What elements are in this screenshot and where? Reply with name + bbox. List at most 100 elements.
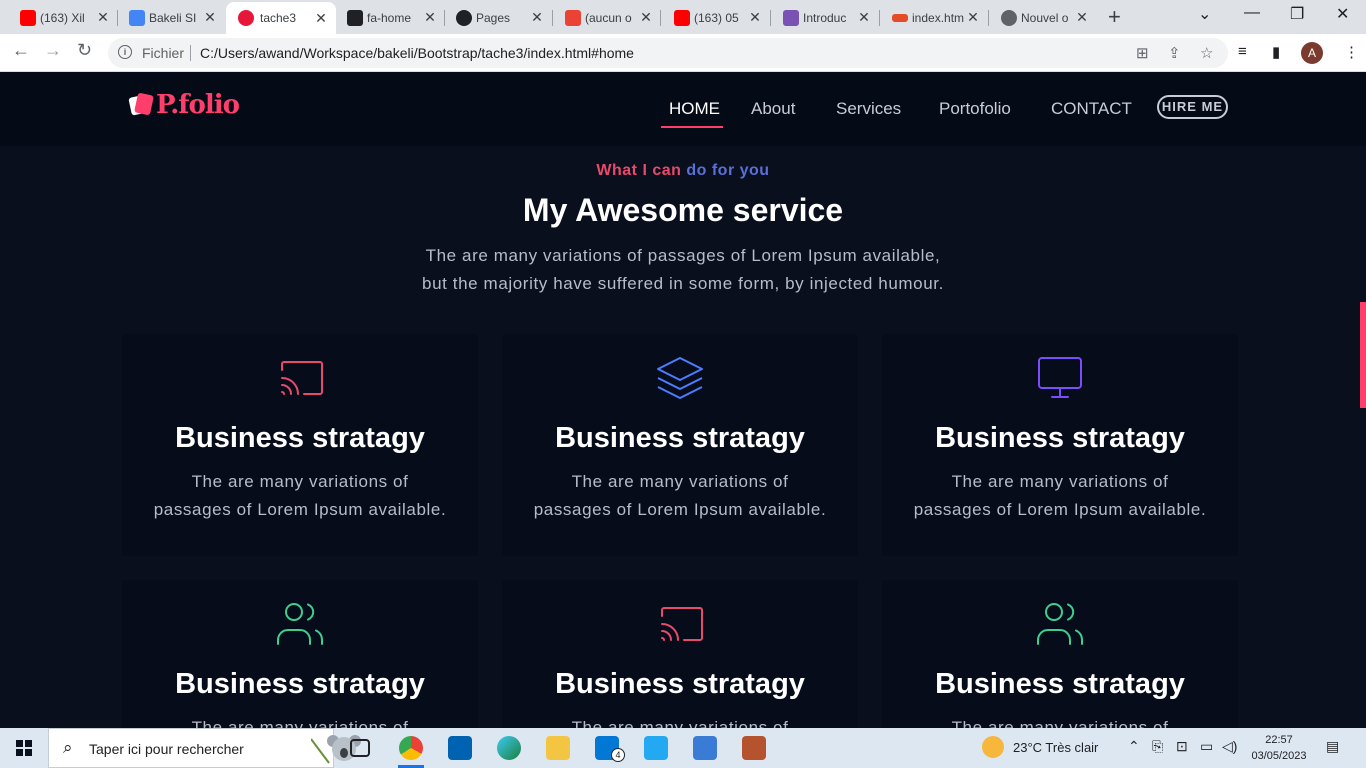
weather-text[interactable]: 23°C Très clair [1013,740,1098,755]
scheme-label: Fichier [142,45,185,61]
service-card[interactable]: Business stratagy The are many variation… [502,334,858,556]
search-placeholder: Taper ici pour rechercher [89,741,244,757]
search-icon: ⌕ [63,738,73,757]
close-tab-icon[interactable]: ✕ [966,9,980,26]
remote-desktop-icon[interactable] [693,736,717,760]
service-card[interactable]: Business stratagy The are many variation… [882,580,1238,728]
close-tab-icon[interactable]: ✕ [857,9,871,26]
browser-tab[interactable]: Nouvel o ✕ [1001,6,1089,30]
minimize-icon[interactable]: — [1244,4,1260,22]
close-tab-icon[interactable]: ✕ [1075,9,1089,26]
volume-icon[interactable]: ◁) [1222,738,1237,755]
close-tab-icon[interactable]: ✕ [748,9,762,26]
close-tab-icon[interactable]: ✕ [203,9,217,26]
nav-active-underline [661,126,723,128]
clock-date: 03/05/2023 [1251,750,1307,762]
share-icon[interactable]: ⇪ [1168,44,1181,62]
browser-tab[interactable]: Introduc ✕ [783,6,871,30]
windows-start-icon[interactable] [16,740,32,756]
users-icon [1037,603,1083,645]
clock-time: 22:57 [1265,734,1293,746]
reload-icon[interactable]: ↻ [77,40,92,61]
nav-link-home[interactable]: HOME [669,99,720,119]
scroll-indicator[interactable] [1360,302,1366,408]
nav-link-services[interactable]: Services [836,99,901,119]
app-icon[interactable] [742,736,766,760]
address-separator [190,45,191,61]
logo-text: P.folio [156,90,240,120]
service-card[interactable]: Business stratagy The are many variation… [122,334,478,556]
close-tab-icon[interactable]: ✕ [530,9,544,26]
chevron-up-icon[interactable]: ⌃ [1128,738,1140,755]
nav-link-contact[interactable]: CONTACT [1051,99,1132,119]
info-icon[interactable]: i [118,45,132,59]
taskbar: ⌕ Taper ici pour rechercher 4 23°C Très … [0,728,1366,768]
card-title: Business stratagy [935,422,1185,454]
forward-arrow-icon[interactable]: → [44,40,62,61]
restore-icon[interactable]: ❐ [1290,4,1304,24]
tab-separator [770,10,771,26]
profile-avatar[interactable]: A [1301,42,1323,64]
card-text-line: The are many variations of [571,472,789,491]
store-icon[interactable] [448,736,472,760]
network-icon[interactable]: ⊡ [1176,738,1188,755]
weather-moon-icon[interactable] [982,736,1004,758]
close-tab-icon[interactable]: ✕ [423,9,437,26]
media-queue-icon[interactable]: ≡ [1238,43,1247,60]
card-text-line: The are many variations of [951,472,1169,491]
tab-search-chevron-icon[interactable]: ⌄ [1198,4,1211,24]
service-card[interactable]: Business stratagy The are many variation… [502,580,858,728]
gmail-favicon-icon [565,10,581,26]
close-window-icon[interactable]: ✕ [1336,4,1349,24]
nav-link-about[interactable]: About [751,99,795,119]
web-page: P.folio HOME About Services Portofolio C… [0,72,1366,728]
service-card[interactable]: Business stratagy The are many variation… [122,580,478,728]
flag-favicon-icon [347,10,363,26]
tab-label: index.htm [912,11,964,25]
back-arrow-icon[interactable]: ← [12,40,30,61]
taskbar-search[interactable]: ⌕ Taper ici pour rechercher [48,728,361,768]
task-view-icon[interactable] [350,739,370,757]
browser-tab-active[interactable]: tache3 ✕ [226,2,336,34]
side-panel-icon[interactable]: ▮ [1272,43,1280,61]
close-tab-icon[interactable]: ✕ [96,9,110,26]
service-card[interactable]: Business stratagy The are many variation… [882,334,1238,556]
browser-tab[interactable]: Pages ✕ [456,6,544,30]
browser-tab[interactable]: (163) 05 ✕ [674,6,762,30]
intro-line: but the majority have suffered in some f… [422,274,944,293]
hire-me-button[interactable]: HIRE ME [1157,95,1228,119]
browser-tab[interactable]: Bakeli SI ✕ [129,6,217,30]
browser-tab[interactable]: (aucun o ✕ [565,6,653,30]
usb-icon[interactable]: ⎘ [1152,738,1163,755]
vscode-icon[interactable] [644,736,668,760]
browser-tab[interactable]: fa-home ✕ [347,6,437,30]
address-bar[interactable]: i Fichier C:/Users/awand/Workspace/bakel… [108,38,1228,68]
tab-label: (163) Xil [40,11,85,25]
card-text: The are many variations of [502,714,858,728]
clock[interactable]: 22:57 03/05/2023 [1250,732,1308,764]
card-text: The are many variations of passages of L… [882,468,1238,524]
bookmark-star-icon[interactable]: ☆ [1200,44,1213,62]
nav-link-portofolio[interactable]: Portofolio [939,99,1011,119]
tab-label: (aucun o [585,11,632,25]
site-logo[interactable]: P.folio [128,90,240,120]
new-tab-button[interactable]: + [1108,4,1121,30]
address-toolbar: ← → ↻ i Fichier C:/Users/awand/Workspace… [0,34,1366,72]
tab-separator [879,10,880,26]
browser-tab-bar: (163) Xil ✕ Bakeli SI ✕ tache3 ✕ fa-home… [0,0,1366,34]
file-explorer-icon[interactable] [546,736,570,760]
edge-icon[interactable] [497,736,521,760]
cast-icon [661,607,703,641]
card-title: Business stratagy [175,668,425,700]
close-tab-icon[interactable]: ✕ [639,9,653,26]
notification-icon[interactable]: ▤ [1326,738,1339,755]
layers-icon [657,357,703,399]
menu-kebab-icon[interactable]: ⋮ [1344,43,1359,61]
battery-icon[interactable]: ▭ [1200,738,1213,755]
url-text[interactable]: C:/Users/awand/Workspace/bakeli/Bootstra… [200,45,634,61]
chrome-taskbar-icon[interactable] [399,736,423,760]
browser-tab[interactable]: index.htm ✕ [892,6,980,30]
browser-tab[interactable]: (163) Xil ✕ [20,6,110,30]
close-tab-icon[interactable]: ✕ [314,10,328,27]
translate-icon[interactable]: ⊞ [1136,44,1149,62]
